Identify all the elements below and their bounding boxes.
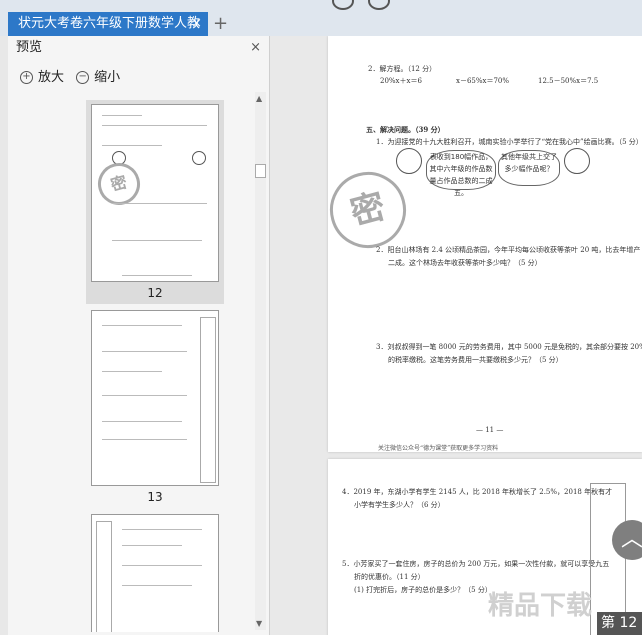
preview-panel-title: 预览 bbox=[16, 40, 43, 55]
section-title: 五、解决问题。（39 分） bbox=[366, 125, 445, 134]
question-1-text: 1．为迎接党的十九大胜利召开，城南实验小学举行了“党在我心中”绘画比赛。（5 分… bbox=[376, 138, 642, 146]
new-tab-button[interactable]: + bbox=[213, 12, 228, 36]
preview-panel-header: 预览 × bbox=[8, 36, 269, 60]
preview-panel: 预览 × + 放大 − 缩小 密 12 13 ▲ ▼ bbox=[8, 36, 270, 635]
thumbnail-image bbox=[91, 310, 219, 486]
document-tab[interactable]: 状元大考卷六年级下册数学人教 × bbox=[8, 12, 208, 36]
thumbnail-page-number: 12 bbox=[147, 286, 163, 300]
zoom-toolbar: + 放大 − 缩小 bbox=[8, 60, 269, 92]
document-view[interactable]: 2．解方程。（12 分） 20%x＋x＝6 x－65%x＝70% 12.5－50… bbox=[270, 36, 642, 635]
girl-illustration-icon bbox=[564, 148, 590, 174]
question-3-line-1: 3．刘叔叔得到一笔 8000 元的劳务费用，其中 5000 元是免税的，其余部分… bbox=[376, 343, 642, 351]
equation-2: x－65%x＝70% bbox=[456, 77, 510, 85]
tab-close-icon[interactable]: × bbox=[191, 12, 202, 36]
question-4-line-2: 小学有学生多少人？（6 分） bbox=[354, 501, 445, 509]
thumbnail-page-14[interactable] bbox=[91, 514, 219, 632]
zoom-out-button[interactable]: − 缩小 bbox=[76, 62, 120, 94]
thumbnail-page-13[interactable]: 13 bbox=[91, 310, 219, 504]
equation-1: 20%x＋x＝6 bbox=[380, 77, 422, 85]
speech-bubble-1: 表收到180幅作品，其中六年级的作品数量占作品总数的二成五。 bbox=[426, 150, 496, 197]
boy-illustration-icon bbox=[396, 148, 422, 174]
thumbnail-page-12[interactable]: 密 12 bbox=[86, 100, 224, 304]
zoom-out-icon: − bbox=[76, 71, 90, 84]
tab-bar: 状元大考卷六年级下册数学人教 × + bbox=[0, 0, 642, 36]
document-page-12: 4．2019 年，东湖小学有学生 2145 人，比 2018 年秋增长了 2.5… bbox=[328, 459, 642, 635]
scroll-down-icon[interactable]: ▼ bbox=[256, 619, 262, 628]
question-5-line-3: (1) 打完折后，房子的总价是多少？（5 分） bbox=[354, 586, 492, 594]
tab-title: 状元大考卷六年级下册数学人教 bbox=[18, 16, 201, 31]
question-2-line-2: 二成。这个林场去年收获等茶叶多少吨？（5 分） bbox=[388, 259, 542, 267]
document-page-11: 2．解方程。（12 分） 20%x＋x＝6 x－65%x＝70% 12.5－50… bbox=[321, 36, 642, 452]
search-icon[interactable] bbox=[368, 0, 390, 10]
thumbnail-scrollbar[interactable]: ▲ ▼ bbox=[255, 92, 266, 630]
question-3-line-2: 的税率缴税。这笔劳务费用一共要缴税多少元？（5 分） bbox=[388, 356, 563, 364]
thumbnail-page-number: 13 bbox=[147, 490, 163, 504]
panel-close-icon[interactable]: × bbox=[250, 36, 261, 60]
question-5-line-1: 5．小芳家买了一套住房，房子的总价为 200 万元，如果一次性付款，就可以享受九… bbox=[342, 560, 610, 568]
confidential-stamp: 密 bbox=[321, 163, 415, 257]
thumbnail-image: 密 bbox=[91, 104, 219, 282]
zoom-in-button[interactable]: + 放大 bbox=[20, 62, 64, 94]
question-5-line-2: 折的优惠价。（11 分） bbox=[354, 573, 425, 581]
thumbnail-list: 密 12 13 bbox=[8, 92, 255, 632]
watermark: 精品下载 bbox=[488, 591, 593, 621]
question-4-line-1: 4．2019 年，东湖小学有学生 2145 人，比 2018 年秋增长了 2.5… bbox=[342, 488, 613, 496]
scroll-up-icon[interactable]: ▲ bbox=[256, 94, 262, 103]
zoom-in-label: 放大 bbox=[38, 69, 65, 85]
zoom-out-label: 缩小 bbox=[94, 69, 121, 85]
page-number: — 11 — bbox=[476, 426, 504, 434]
zoom-in-icon: + bbox=[20, 71, 33, 84]
question-2-title: 2．解方程。（12 分） bbox=[368, 65, 437, 73]
search-icon[interactable] bbox=[332, 0, 354, 10]
page-footer: 关注微信公众号“德为课堂”获取更多学习资料 bbox=[378, 445, 499, 452]
thumbnail-image bbox=[91, 514, 219, 632]
chevron-up-icon: ︿ bbox=[620, 527, 642, 552]
speech-bubble-2: 其他年级共上交了多少幅作品呢？ bbox=[498, 150, 560, 186]
question-2-line-1: 2．阳台山林场有 2.4 公顷精品茶园，今年平均每公顷收获等茶叶 20 吨，比去… bbox=[376, 246, 641, 254]
page-indicator: 第 12 bbox=[597, 612, 642, 635]
scrollbar-thumb[interactable] bbox=[255, 164, 266, 178]
equation-3: 12.5－50%x＝7.5 bbox=[538, 77, 599, 85]
